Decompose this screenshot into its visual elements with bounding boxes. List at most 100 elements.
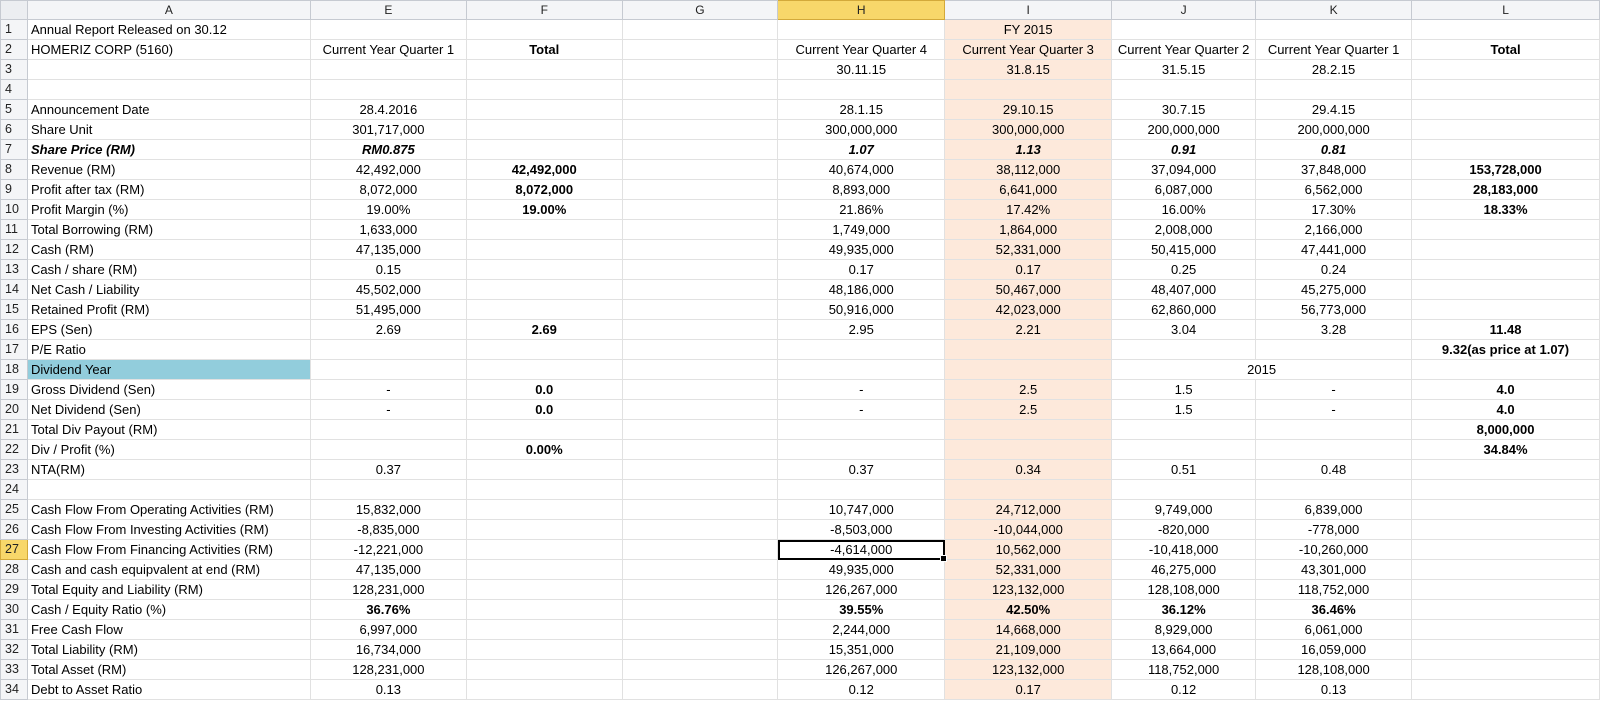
cell-G5[interactable]	[621, 99, 779, 120]
cell-I22[interactable]	[944, 439, 1113, 460]
cell-H25[interactable]: 10,747,000	[777, 499, 946, 520]
cell-F29[interactable]	[465, 579, 623, 600]
cell-K12[interactable]: 47,441,000	[1255, 239, 1413, 260]
cell-F14[interactable]	[465, 279, 623, 300]
cell-L13[interactable]	[1411, 259, 1600, 280]
row-header-23[interactable]: 23	[0, 459, 28, 480]
cell-E19[interactable]: -	[309, 379, 467, 400]
cell-I6[interactable]: 300,000,000	[944, 119, 1113, 140]
cell-G34[interactable]	[621, 679, 779, 700]
cell-F32[interactable]	[465, 639, 623, 660]
row-header-4[interactable]: 4	[0, 79, 28, 100]
cell-H7[interactable]: 1.07	[777, 139, 946, 160]
cell-K14[interactable]: 45,275,000	[1255, 279, 1413, 300]
cell-J3[interactable]: 31.5.15	[1111, 59, 1257, 80]
cell-G29[interactable]	[621, 579, 779, 600]
cell-I28[interactable]: 52,331,000	[944, 559, 1113, 580]
cell-F24[interactable]	[465, 479, 623, 500]
row-header-18[interactable]: 18	[0, 359, 28, 380]
cell-J16[interactable]: 3.04	[1111, 319, 1257, 340]
cell-A28[interactable]: Cash and cash equipvalent at end (RM)	[26, 559, 311, 580]
cell-I17[interactable]	[944, 339, 1113, 360]
cell-J8[interactable]: 37,094,000	[1111, 159, 1257, 180]
cell-G30[interactable]	[621, 599, 779, 620]
cell-I3[interactable]: 31.8.15	[944, 59, 1113, 80]
row-header-12[interactable]: 12	[0, 239, 28, 260]
cell-I1[interactable]: FY 2015	[944, 19, 1113, 40]
cell-H18[interactable]	[777, 359, 946, 380]
cell-A17[interactable]: P/E Ratio	[26, 339, 311, 360]
cell-K16[interactable]: 3.28	[1255, 319, 1413, 340]
cell-E29[interactable]: 128,231,000	[309, 579, 467, 600]
cell-H5[interactable]: 28.1.15	[777, 99, 946, 120]
cell-G11[interactable]	[621, 219, 779, 240]
cell-F9[interactable]: 8,072,000	[465, 179, 623, 200]
cell-A11[interactable]: Total Borrowing (RM)	[26, 219, 311, 240]
cell-E15[interactable]: 51,495,000	[309, 299, 467, 320]
cell-F19[interactable]: 0.0	[465, 379, 623, 400]
cell-H15[interactable]: 50,916,000	[777, 299, 946, 320]
cell-G2[interactable]	[621, 39, 779, 60]
cell-L17[interactable]: 9.32(as price at 1.07)	[1411, 339, 1600, 360]
cell-L16[interactable]: 11.48	[1411, 319, 1600, 340]
cell-A20[interactable]: Net Dividend (Sen)	[26, 399, 311, 420]
cell-I11[interactable]: 1,864,000	[944, 219, 1113, 240]
cell-A33[interactable]: Total Asset (RM)	[26, 659, 311, 680]
row-header-1[interactable]: 1	[0, 19, 28, 40]
cell-J33[interactable]: 118,752,000	[1111, 659, 1257, 680]
cell-I29[interactable]: 123,132,000	[944, 579, 1113, 600]
cell-F23[interactable]	[465, 459, 623, 480]
cell-K13[interactable]: 0.24	[1255, 259, 1413, 280]
cell-H16[interactable]: 2.95	[777, 319, 946, 340]
cell-H21[interactable]	[777, 419, 946, 440]
cell-K1[interactable]	[1255, 19, 1413, 40]
cell-E34[interactable]: 0.13	[309, 679, 467, 700]
cell-F27[interactable]	[465, 539, 623, 560]
cell-G6[interactable]	[621, 119, 779, 140]
cell-A32[interactable]: Total Liability (RM)	[26, 639, 311, 660]
cell-E5[interactable]: 28.4.2016	[309, 99, 467, 120]
cell-G24[interactable]	[621, 479, 779, 500]
cell-I14[interactable]: 50,467,000	[944, 279, 1113, 300]
cell-L5[interactable]	[1411, 99, 1600, 120]
cell-J17[interactable]	[1111, 339, 1257, 360]
cell-F30[interactable]	[465, 599, 623, 620]
cell-H1[interactable]	[777, 19, 946, 40]
cell-F10[interactable]: 19.00%	[465, 199, 623, 220]
row-header-11[interactable]: 11	[0, 219, 28, 240]
cell-H4[interactable]	[777, 79, 946, 100]
cell-J23[interactable]: 0.51	[1111, 459, 1257, 480]
cell-E3[interactable]	[309, 59, 467, 80]
cell-F22[interactable]: 0.00%	[465, 439, 623, 460]
cell-L4[interactable]	[1411, 79, 1600, 100]
cell-H13[interactable]: 0.17	[777, 259, 946, 280]
cell-L32[interactable]	[1411, 639, 1600, 660]
cell-F13[interactable]	[465, 259, 623, 280]
cell-J21[interactable]	[1111, 419, 1257, 440]
cell-G17[interactable]	[621, 339, 779, 360]
cell-L9[interactable]: 28,183,000	[1411, 179, 1600, 200]
row-header-8[interactable]: 8	[0, 159, 28, 180]
cell-H31[interactable]: 2,244,000	[777, 619, 946, 640]
cell-K9[interactable]: 6,562,000	[1255, 179, 1413, 200]
row-header-27[interactable]: 27	[0, 539, 28, 560]
cell-F1[interactable]	[465, 19, 623, 40]
cell-K3[interactable]: 28.2.15	[1255, 59, 1413, 80]
cell-E30[interactable]: 36.76%	[309, 599, 467, 620]
column-header-G[interactable]: G	[621, 0, 779, 20]
cell-K4[interactable]	[1255, 79, 1413, 100]
row-header-9[interactable]: 9	[0, 179, 28, 200]
row-header-30[interactable]: 30	[0, 599, 28, 620]
cell-H8[interactable]: 40,674,000	[777, 159, 946, 180]
cell-F11[interactable]	[465, 219, 623, 240]
cell-I21[interactable]	[944, 419, 1113, 440]
column-header-H[interactable]: H	[777, 0, 946, 20]
cell-H28[interactable]: 49,935,000	[777, 559, 946, 580]
cell-K23[interactable]: 0.48	[1255, 459, 1413, 480]
row-header-26[interactable]: 26	[0, 519, 28, 540]
cell-L27[interactable]	[1411, 539, 1600, 560]
cell-I15[interactable]: 42,023,000	[944, 299, 1113, 320]
column-header-I[interactable]: I	[944, 0, 1113, 20]
cell-H34[interactable]: 0.12	[777, 679, 946, 700]
cell-E28[interactable]: 47,135,000	[309, 559, 467, 580]
